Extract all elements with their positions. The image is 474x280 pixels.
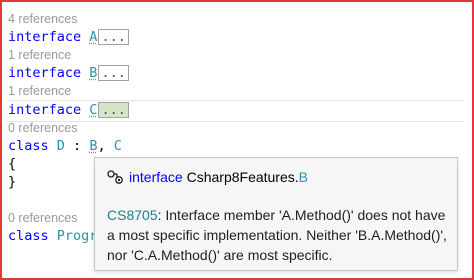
keyword: class: [8, 228, 49, 244]
keyword: interface: [8, 65, 82, 81]
code-line-class-d[interactable]: class D : B, C: [8, 137, 122, 155]
colon: :: [64, 138, 90, 154]
error-code-link[interactable]: CS8705: [107, 207, 158, 223]
error-message: : Interface member 'A.Method()' does not…: [107, 207, 447, 263]
type-name[interactable]: Progr: [57, 228, 98, 244]
keyword: interface: [8, 102, 82, 118]
keyword: class: [8, 138, 49, 154]
codelens-references[interactable]: 0 references: [8, 209, 77, 227]
code-editor[interactable]: 4 references interface A... 1 reference …: [0, 0, 474, 280]
collapsed-region-button[interactable]: ...: [98, 102, 129, 118]
quick-info-tooltip[interactable]: interface Csharp8Features.B CS8705: Inte…: [94, 157, 458, 271]
keyword: interface: [8, 29, 82, 45]
code-line-close-brace[interactable]: }: [8, 173, 16, 191]
tooltip-keyword: interface: [129, 169, 183, 185]
type-name[interactable]: C: [89, 102, 97, 118]
interface-icon: [107, 169, 125, 185]
codelens-references[interactable]: 1 reference: [8, 46, 71, 64]
collapsed-region-button[interactable]: ...: [98, 65, 129, 81]
code-line-interface-a[interactable]: interface A...: [8, 28, 129, 46]
codelens-references[interactable]: 0 references: [8, 119, 77, 137]
code-line-class-program[interactable]: class Progr: [8, 227, 97, 245]
code-line-interface-b[interactable]: interface B...: [8, 64, 129, 82]
comma: ,: [97, 138, 114, 154]
tooltip-header: interface Csharp8Features.B: [107, 167, 308, 187]
type-name[interactable]: B: [89, 65, 97, 81]
collapsed-region-button[interactable]: ...: [98, 29, 129, 45]
type-name[interactable]: D: [57, 138, 65, 154]
tooltip-namespace: Csharp8Features.: [186, 169, 299, 185]
code-line-interface-c[interactable]: interface C...: [8, 101, 129, 119]
base-type-c[interactable]: C: [114, 138, 122, 154]
codelens-references[interactable]: 1 reference: [8, 82, 71, 100]
tooltip-type-name[interactable]: B: [299, 169, 308, 185]
codelens-references[interactable]: 4 references: [8, 10, 77, 28]
type-name[interactable]: A: [89, 29, 97, 45]
code-line-open-brace[interactable]: {: [8, 155, 16, 173]
tooltip-message: CS8705: Interface member 'A.Method()' do…: [107, 205, 447, 265]
